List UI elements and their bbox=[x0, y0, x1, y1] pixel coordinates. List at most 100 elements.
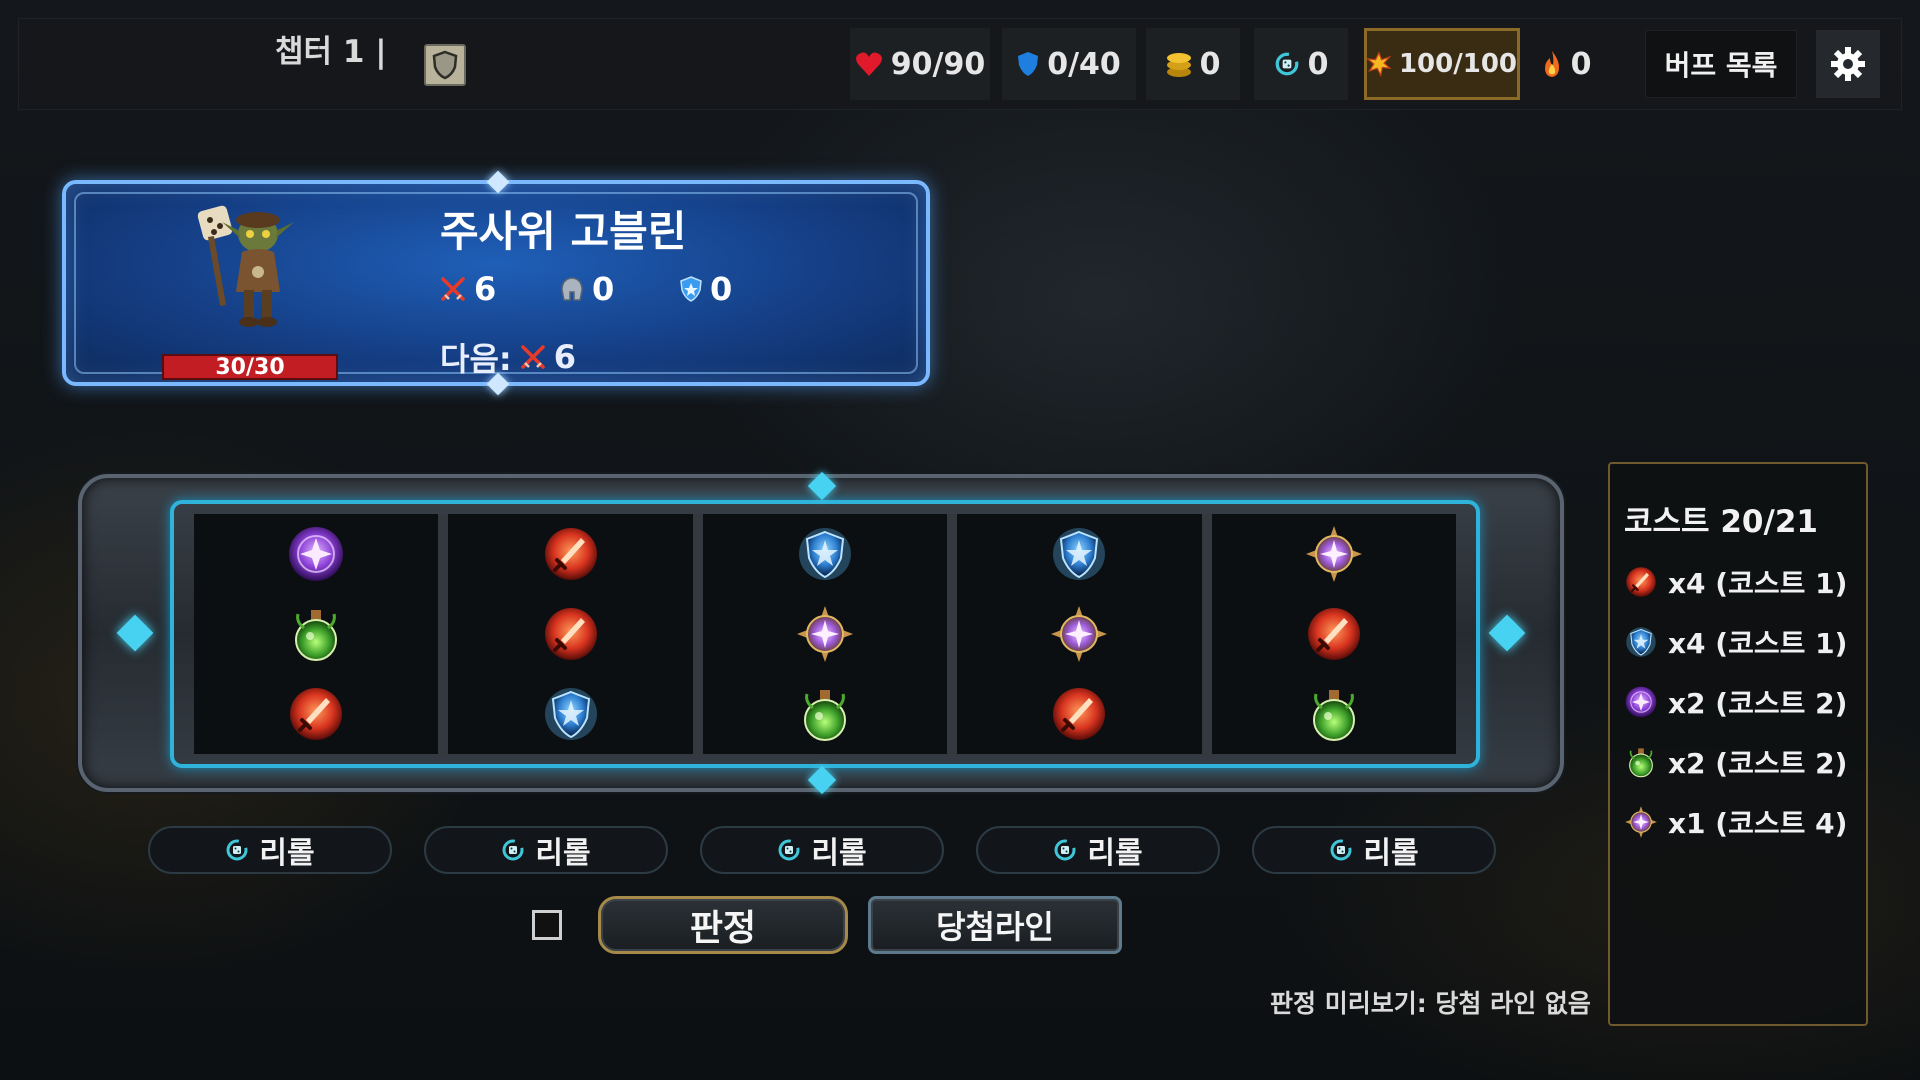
potion-icon bbox=[286, 604, 346, 664]
fire-stat: 0 bbox=[1530, 28, 1602, 100]
slot-gem-left bbox=[116, 614, 154, 652]
enemy-panel: 30/30 주사위 고블린 6 0 0 다음: 6 bbox=[62, 170, 930, 396]
cost-item-label: x4 (코스트 1) bbox=[1668, 567, 1848, 600]
reroll-button-2[interactable]: 리롤 bbox=[424, 826, 668, 874]
slot-machine bbox=[78, 471, 1564, 795]
enemy-attack-value: 6 bbox=[474, 270, 497, 308]
star-icon bbox=[1624, 805, 1658, 839]
slot-gem-right bbox=[1488, 614, 1526, 652]
chapter-label: 챕터 1 | bbox=[275, 34, 387, 70]
shield-stat: 0/40 bbox=[1002, 28, 1136, 100]
enemy-next-label: 다음: bbox=[440, 340, 512, 378]
fire-value: 0 bbox=[1570, 46, 1592, 82]
shield-icon bbox=[680, 276, 702, 302]
energy-value: 100/100 bbox=[1398, 49, 1517, 79]
gear-icon bbox=[1831, 47, 1865, 81]
gold-value: 0 bbox=[1199, 46, 1221, 82]
heart-icon bbox=[855, 52, 882, 76]
reroll-button-3[interactable]: 리롤 bbox=[700, 826, 944, 874]
reroll-button-1[interactable]: 리롤 bbox=[148, 826, 392, 874]
enemy-attack-stat: 6 bbox=[440, 270, 496, 308]
buff-list-button[interactable]: 버프 목록 bbox=[1645, 30, 1797, 98]
enemy-armor-stat: 0 bbox=[560, 270, 614, 308]
judge-preview-text: 판정 미리보기: 당첨 라인 없음 bbox=[1270, 989, 1591, 1018]
enemy-next-intent: 다음: 6 bbox=[440, 334, 576, 380]
panel-gem-top bbox=[486, 170, 510, 194]
slot-gem-top bbox=[807, 471, 837, 501]
helmet-icon bbox=[561, 277, 583, 301]
star-icon bbox=[1304, 524, 1364, 584]
reroll-stat: 0 bbox=[1254, 28, 1348, 100]
reroll-value: 0 bbox=[1307, 46, 1329, 82]
sword-icon bbox=[1049, 684, 1109, 744]
cost-item-potion: x2 (코스트 2) bbox=[1624, 742, 1847, 782]
hp-stat: 90/90 bbox=[850, 28, 990, 100]
cost-item-label: x2 (코스트 2) bbox=[1668, 747, 1848, 780]
reel-4 bbox=[957, 514, 1212, 754]
shield-icon bbox=[795, 524, 855, 584]
reroll-icon bbox=[501, 838, 525, 862]
reel-1 bbox=[194, 514, 449, 754]
cost-item-label: x1 (코스트 4) bbox=[1668, 807, 1848, 840]
crossed-swords-icon bbox=[441, 277, 465, 301]
sword-icon bbox=[286, 684, 346, 744]
reroll-icon bbox=[1053, 838, 1077, 862]
reroll-icon bbox=[225, 838, 249, 862]
star-icon bbox=[1049, 604, 1109, 664]
cost-item-star: x1 (코스트 4) bbox=[1624, 802, 1847, 842]
hp-value: 90/90 bbox=[890, 46, 986, 82]
reroll-icon bbox=[777, 838, 801, 862]
cost-panel: 코스트 20/21 x4 (코스트 1) x4 (코스트 1) x2 (코스트 2)… bbox=[1608, 462, 1868, 1026]
star-icon bbox=[795, 604, 855, 664]
reroll-label: 리롤 bbox=[811, 836, 867, 871]
reroll-button-4[interactable]: 리롤 bbox=[976, 826, 1220, 874]
enemy-shield-value: 0 bbox=[710, 270, 733, 308]
settings-button[interactable] bbox=[1816, 30, 1880, 98]
judge-button[interactable]: 판정 bbox=[598, 896, 848, 954]
shield-outline-icon bbox=[432, 50, 458, 80]
fire-icon bbox=[1544, 51, 1559, 77]
potion-icon bbox=[1624, 745, 1658, 779]
enemy-hp-bar: 30/30 bbox=[162, 354, 338, 380]
enemy-armor-value: 0 bbox=[592, 270, 615, 308]
reroll-label: 리롤 bbox=[1363, 836, 1419, 871]
enemy-shield-stat: 0 bbox=[680, 270, 732, 308]
sword-icon bbox=[1624, 565, 1658, 599]
sword-icon bbox=[541, 604, 601, 664]
reroll-dice-icon bbox=[1274, 51, 1300, 77]
slot-gem-bottom bbox=[807, 765, 837, 795]
magic-icon bbox=[1624, 685, 1658, 719]
reroll-label: 리롤 bbox=[1087, 836, 1143, 871]
burst-icon bbox=[1367, 51, 1391, 78]
reroll-icon bbox=[1329, 838, 1353, 862]
reroll-label: 리롤 bbox=[259, 836, 315, 871]
cost-title: 코스트 20/21 bbox=[1624, 504, 1818, 540]
reel-3 bbox=[703, 514, 958, 754]
win-lines-button[interactable]: 당첨라인 bbox=[868, 896, 1122, 954]
magic-icon bbox=[286, 524, 346, 584]
energy-stat: 100/100 bbox=[1364, 28, 1520, 100]
shield-icon bbox=[1049, 524, 1109, 584]
shield-icon bbox=[541, 684, 601, 744]
shield-value: 0/40 bbox=[1047, 46, 1121, 82]
reroll-label: 리롤 bbox=[535, 836, 591, 871]
sword-icon bbox=[541, 524, 601, 584]
potion-icon bbox=[795, 684, 855, 744]
cost-item-magic: x2 (코스트 2) bbox=[1624, 682, 1847, 722]
coin-stack-icon bbox=[1166, 53, 1191, 77]
potion-icon bbox=[1304, 684, 1364, 744]
cost-item-label: x2 (코스트 2) bbox=[1668, 687, 1848, 720]
cost-item-sword: x4 (코스트 1) bbox=[1624, 562, 1847, 602]
reel-2 bbox=[448, 514, 703, 754]
sword-icon bbox=[1304, 604, 1364, 664]
reroll-button-5[interactable]: 리롤 bbox=[1252, 826, 1496, 874]
reel-grid bbox=[194, 514, 1456, 754]
cost-item-shield: x4 (코스트 1) bbox=[1624, 622, 1847, 662]
enemy-next-attack: 6 bbox=[553, 338, 576, 376]
gold-stat: 0 bbox=[1146, 28, 1240, 100]
shield-icon bbox=[1018, 52, 1039, 76]
enemy-name: 주사위 고블린 bbox=[440, 207, 687, 256]
cost-item-label: x4 (코스트 1) bbox=[1668, 627, 1848, 660]
auto-checkbox[interactable] bbox=[532, 910, 562, 940]
chapter-shield-button[interactable] bbox=[424, 44, 466, 86]
